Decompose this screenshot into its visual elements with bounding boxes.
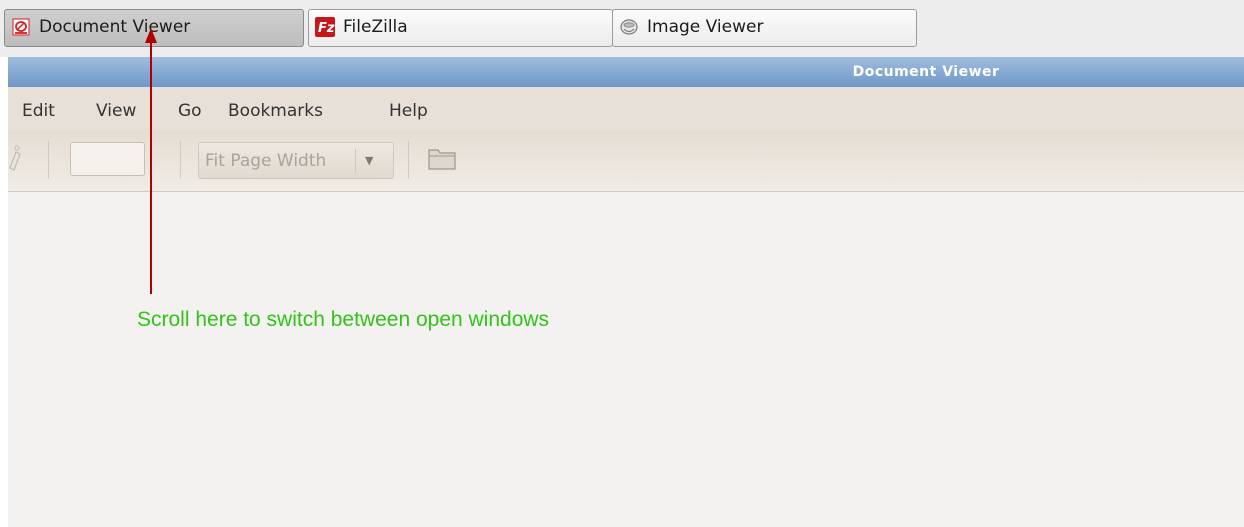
menu-edit[interactable]: Edit bbox=[22, 101, 55, 121]
taskbar-button-label: Image Viewer bbox=[647, 17, 764, 37]
annotation-text: Scroll here to switch between open windo… bbox=[137, 308, 550, 331]
open-folder-icon[interactable] bbox=[427, 144, 457, 172]
screen: Document Viewer Fz FileZilla Image Viewe… bbox=[0, 0, 1244, 527]
menu-go[interactable]: Go bbox=[178, 101, 202, 121]
filezilla-icon: Fz bbox=[315, 17, 335, 37]
taskbar-button-label: Document Viewer bbox=[39, 17, 191, 37]
toolbar-separator bbox=[48, 141, 49, 178]
page-number-input[interactable] bbox=[70, 142, 145, 176]
document-area[interactable] bbox=[8, 192, 1244, 527]
document-viewer-icon bbox=[11, 17, 31, 37]
svg-text:Fz: Fz bbox=[318, 21, 335, 36]
taskbar-button-image-viewer[interactable]: Image Viewer bbox=[612, 9, 917, 47]
menu-bookmarks[interactable]: Bookmarks bbox=[228, 101, 323, 121]
zoom-select[interactable]: Fit Page Width ▼ bbox=[198, 142, 394, 179]
window-title: Document Viewer bbox=[852, 64, 1000, 80]
toolbar-separator bbox=[180, 141, 181, 178]
taskbar-button-document-viewer[interactable]: Document Viewer bbox=[4, 9, 304, 47]
chevron-down-icon: ▼ bbox=[365, 154, 374, 167]
zoom-select-divider bbox=[355, 149, 356, 173]
taskbar: Document Viewer Fz FileZilla Image Viewe… bbox=[0, 0, 1244, 57]
menu-view[interactable]: View bbox=[96, 101, 136, 121]
toolbar-separator bbox=[408, 141, 409, 178]
zoom-select-value: Fit Page Width bbox=[205, 151, 327, 171]
toolbar: Fit Page Width ▼ bbox=[8, 130, 1244, 192]
document-viewer-window: Document Viewer Edit View Go Bookmarks H… bbox=[8, 57, 1244, 527]
annotate-pen-icon[interactable] bbox=[8, 142, 22, 176]
menubar: Edit View Go Bookmarks Help bbox=[8, 87, 1244, 130]
window-titlebar[interactable]: Document Viewer bbox=[8, 57, 1244, 87]
menu-help[interactable]: Help bbox=[389, 101, 428, 121]
image-viewer-icon bbox=[619, 17, 639, 37]
taskbar-button-filezilla[interactable]: Fz FileZilla bbox=[308, 9, 613, 47]
taskbar-button-label: FileZilla bbox=[343, 17, 408, 37]
